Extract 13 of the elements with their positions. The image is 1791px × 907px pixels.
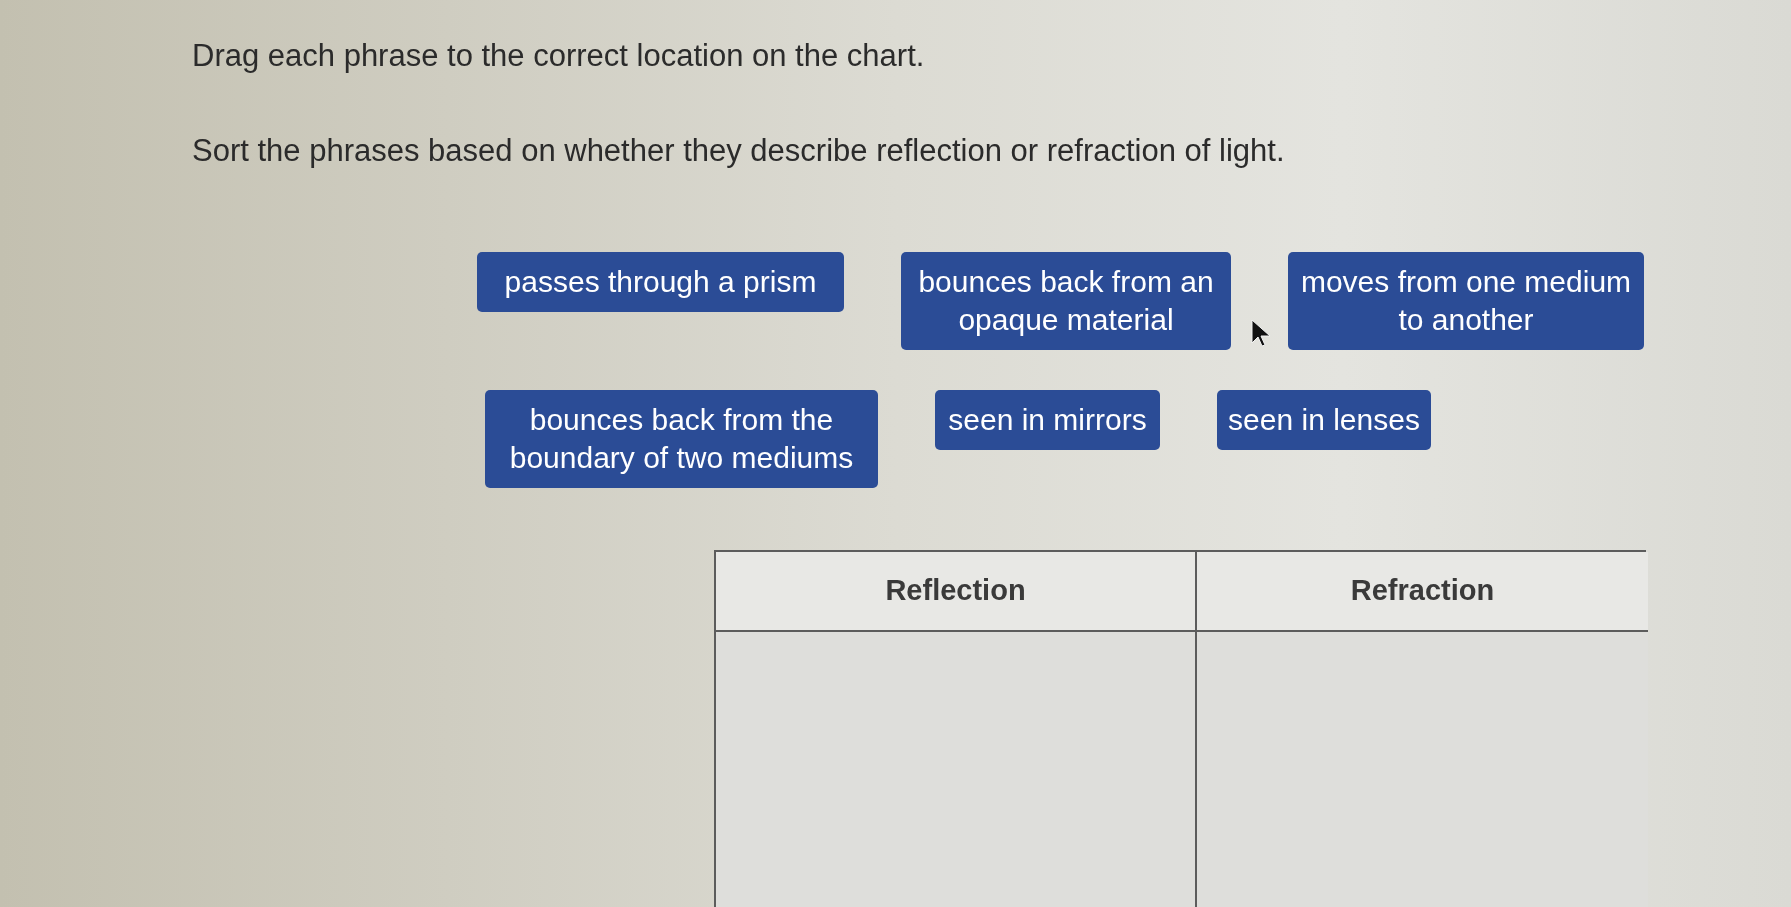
column-header: Refraction [1197, 552, 1648, 632]
phrase-tile[interactable]: seen in lenses [1217, 390, 1431, 450]
phrase-tile[interactable]: bounces back from an opaque material [901, 252, 1231, 350]
instruction-text: Drag each phrase to the correct location on the chart. [192, 37, 925, 75]
column-header: Reflection [716, 552, 1197, 632]
drop-zone[interactable] [1197, 632, 1648, 907]
phrase-tile[interactable]: moves from one medium to another [1288, 252, 1644, 350]
phrase-tile[interactable]: passes through a prism [477, 252, 844, 312]
phrase-tile[interactable]: seen in mirrors [935, 390, 1160, 450]
phrase-tile[interactable]: bounces back from the boundary of two mediums [485, 390, 878, 488]
instruction-text: Sort the phrases based on whether they describe reflection or refraction of light. [192, 132, 1285, 170]
drop-zone[interactable] [716, 632, 1197, 907]
mouse-pointer-icon [1251, 319, 1271, 347]
